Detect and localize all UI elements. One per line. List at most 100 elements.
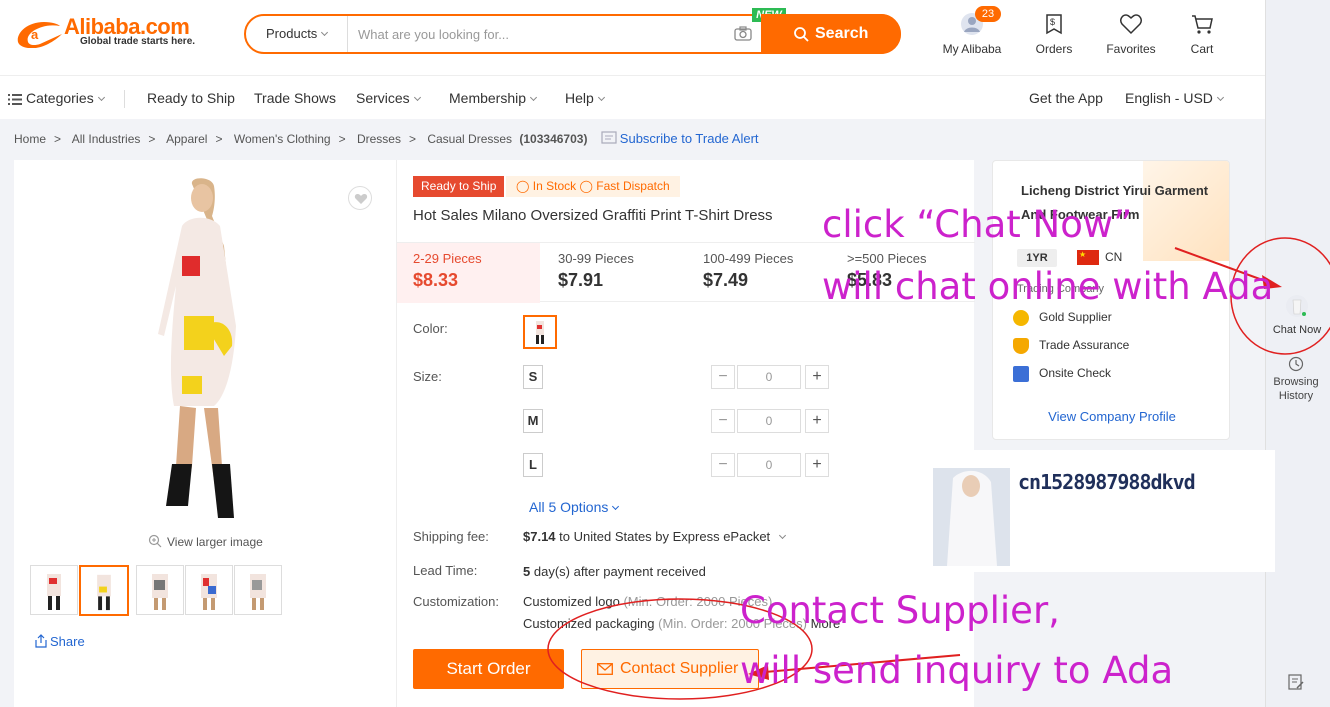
add-favorite-button[interactable] [348,186,372,210]
envelope-icon [597,663,613,675]
thumbnail[interactable] [234,565,282,615]
camera-icon[interactable] [734,26,752,41]
nav-services[interactable]: Services [356,90,421,106]
chevron-down-icon [779,531,787,540]
ready-to-ship-tag: Ready to Ship [413,176,505,197]
chat-now-label: Chat Now [1272,324,1322,336]
nav-membership-label: Membership [449,90,527,106]
browsing-history-label: Browsing History [1273,376,1319,402]
decrement-button[interactable]: − [711,365,735,389]
size-option-m[interactable]: M [523,409,543,433]
increment-button[interactable]: + [805,409,829,433]
onsite-check-label: Onsite Check [1039,366,1112,381]
all-options-link[interactable]: All 5 Options [529,499,620,515]
chat-now-button[interactable]: Chat Now [1270,294,1324,336]
nav-membership[interactable]: Membership [449,90,538,106]
onsite-check-icon [1013,366,1029,382]
view-company-profile-link[interactable]: View Company Profile [993,409,1229,424]
breadcrumb-all-industries[interactable]: All Industries [72,132,141,146]
nav-help[interactable]: Help [565,90,605,106]
quantity-input[interactable]: 0 [737,409,801,433]
quantity-stepper: − 0 + [711,365,829,389]
orders-label: Orders [1035,42,1073,56]
shield-icon [1013,338,1029,354]
shipping-price: $7.14 [523,529,556,544]
breadcrumb-casual-dresses[interactable]: Casual Dresses [427,132,512,146]
onsite-check-badge: Onsite Check [1013,366,1111,382]
my-alibaba-label: My Alibaba [942,42,1002,56]
size-label: Size: [413,369,442,384]
clock-icon [1288,356,1304,372]
chevron-down-icon [321,28,329,37]
zoom-icon [148,534,162,548]
tier-quantity: 2-29 Pieces [413,251,482,266]
price-tier: 2-29 Pieces $8.33 [397,243,540,303]
size-option-s[interactable]: S [523,365,543,389]
china-flag-icon: ★ [1077,250,1099,265]
breadcrumb-home[interactable]: Home [14,132,46,146]
annotation-contact-line2: will send inquiry to Ada [740,649,1174,692]
gold-supplier-label: Gold Supplier [1039,310,1112,325]
browsing-history-button[interactable]: Browsing History [1268,356,1324,403]
user-photo [933,468,1010,566]
search-category-label: Products [266,26,318,41]
color-swatch[interactable] [523,315,557,349]
search-category-select[interactable]: Products [246,16,348,52]
subscribe-trade-alert-link[interactable]: Subscribe to Trade Alert [601,131,759,146]
thumbnail-active[interactable] [79,565,129,616]
svg-text:a: a [31,27,39,42]
language-currency-select[interactable]: English - USD [1125,90,1224,106]
thumbnail[interactable] [136,565,184,615]
cart-icon [1192,15,1213,34]
nav-trade-shows[interactable]: Trade Shows [254,90,336,106]
logo-tagline: Global trade starts here. [80,36,196,47]
increment-button[interactable]: + [805,453,829,477]
lead-time-value: 5 day(s) after payment received [523,564,706,579]
customization-label: Customization: [413,594,499,609]
thumbnail[interactable] [30,565,78,615]
tier-price: $7.49 [703,270,749,290]
tier-price: $7.91 [558,270,604,290]
alibaba-logo[interactable]: a Alibaba.com Global trade starts here. [14,14,209,54]
color-swatch-image [536,321,544,344]
alibaba-logo-icon: a [17,22,62,48]
shipping-text: to United States by Express ePacket [559,529,771,544]
quantity-input[interactable]: 0 [737,365,801,389]
search-input[interactable] [358,24,718,44]
decrement-button[interactable]: − [711,409,735,433]
nav-ready-to-ship[interactable]: Ready to Ship [147,90,235,106]
get-the-app-link[interactable]: Get the App [1029,90,1103,106]
view-larger-label: View larger image [167,535,263,549]
quantity-input[interactable]: 0 [737,453,801,477]
favorites-link[interactable]: Favorites [1096,12,1166,60]
shipping-value[interactable]: $7.14 to United States by Express ePacke… [523,529,787,544]
contact-supplier-button[interactable]: Contact Supplier [581,649,759,689]
supplier-country: CN [1105,250,1123,264]
fast-dispatch-label: Fast Dispatch [596,179,670,193]
orders-link[interactable]: $ Orders [1019,12,1089,60]
chevron-down-icon [97,93,105,102]
thumbnail[interactable] [185,565,233,615]
categories-menu[interactable]: Categories [8,90,105,106]
view-larger-image-link[interactable]: View larger image [148,534,263,549]
increment-button[interactable]: + [805,365,829,389]
start-order-button[interactable]: Start Order [413,649,564,689]
thumbnail-image [152,574,168,610]
product-gallery: View larger image Share [14,160,396,707]
share-link[interactable]: Share [34,634,85,649]
tier-quantity: 100-499 Pieces [703,251,794,266]
breadcrumb-dresses[interactable]: Dresses [357,132,401,146]
stock-dispatch-tag: ◯ In Stock ◯ Fast Dispatch [506,176,680,197]
share-label: Share [50,634,85,649]
feedback-icon[interactable] [1288,674,1304,690]
size-option-l[interactable]: L [523,453,543,477]
thumbnail-image [201,574,217,610]
search-button[interactable]: Search [761,14,901,54]
decrement-button[interactable]: − [711,453,735,477]
product-main-image[interactable] [154,176,274,526]
cart-link[interactable]: Cart [1167,12,1237,60]
breadcrumb-apparel[interactable]: Apparel [166,132,207,146]
my-alibaba-link[interactable]: 23 My Alibaba [937,6,1007,60]
breadcrumb-womens-clothing[interactable]: Women's Clothing [234,132,331,146]
lead-days: 5 [523,564,531,579]
